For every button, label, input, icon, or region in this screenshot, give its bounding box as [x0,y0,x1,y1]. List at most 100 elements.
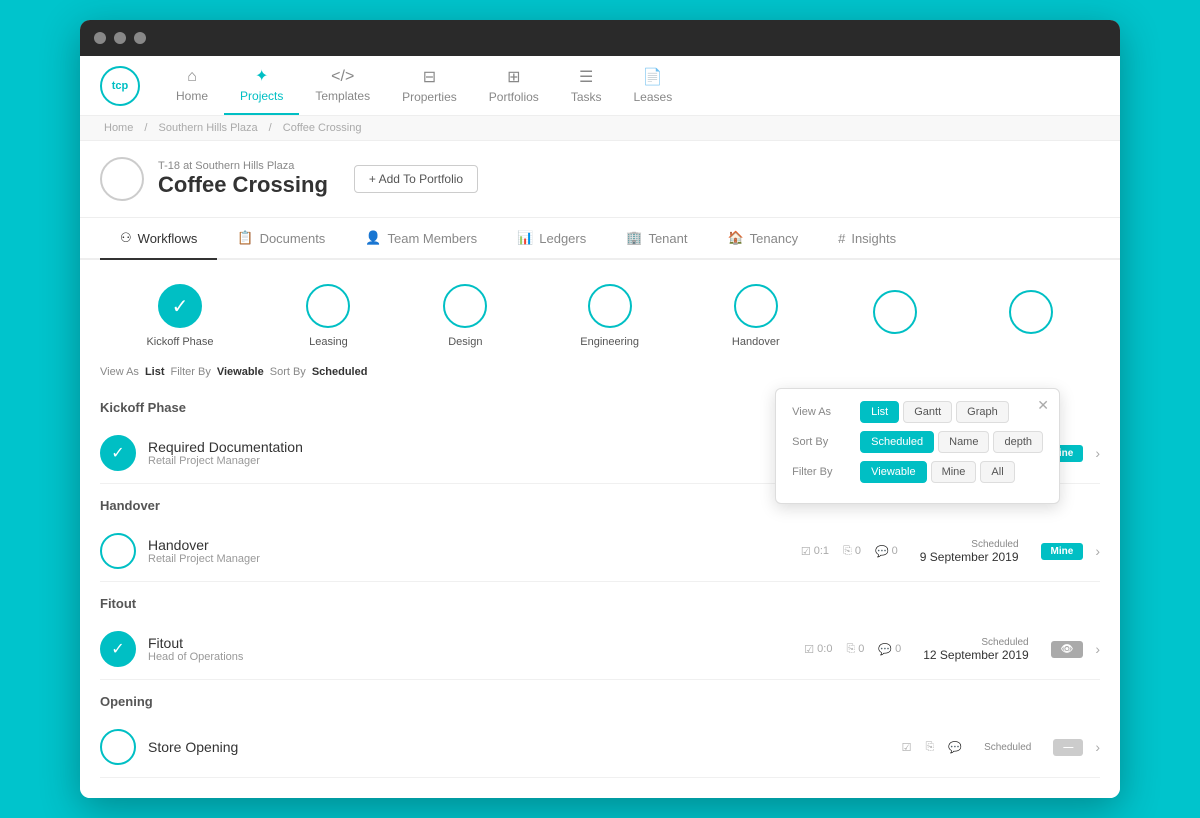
copy-icon-f: ⎘ [846,643,855,656]
add-portfolio-button[interactable]: + Add To Portfolio [354,165,478,193]
browser-dot-2 [114,32,126,44]
section-opening: Opening [100,680,1100,717]
phase-leasing[interactable]: Leasing [306,284,350,348]
phase-kickoff[interactable]: ✓ Kickoff Phase [146,284,213,348]
task-comments-opening: 💬 [948,741,962,754]
task-name-handover: Handover [148,537,789,553]
popup-view-row: View As List Gantt Graph [792,401,1043,423]
nav-home[interactable]: ⌂ Home [160,56,224,115]
nav-leases[interactable]: 📄 Leases [618,56,689,115]
task-circle-opening [100,729,136,765]
comment-icon-f: 💬 [878,643,892,656]
filter-viewable-button[interactable]: Viewable [860,461,926,483]
tab-insights[interactable]: # Insights [818,218,916,260]
task-comments-fitout-val: 0 [895,643,901,655]
logo[interactable]: tcp [100,66,140,106]
task-circle-fitout: ✓ [100,631,136,667]
phase-6[interactable] [873,290,917,342]
popup-sort-row: Sort By Scheduled Name depth [792,431,1043,453]
phase-kickoff-circle: ✓ [158,284,202,328]
view-list-button[interactable]: List [860,401,899,423]
breadcrumb: Home / Southern Hills Plaza / Coffee Cro… [80,116,1120,141]
task-name-required-docs: Required Documentation [148,439,856,455]
nav-templates[interactable]: </> Templates [299,56,386,115]
phase-handover[interactable]: Handover [732,284,780,348]
task-arrow-3[interactable]: › [1095,641,1100,657]
project-avatar [100,157,144,201]
task-sub-fitout: Head of Operations [148,651,792,663]
phase-engineering-circle [588,284,632,328]
phase-engineering[interactable]: Engineering [580,284,639,348]
sort-scheduled-button[interactable]: Scheduled [860,431,934,453]
task-name-fitout: Fitout [148,635,792,651]
task-row-opening[interactable]: Store Opening ☑ ⎘ 💬 Scheduled — › [100,717,1100,778]
task-info-required-docs: Required Documentation Retail Project Ma… [148,439,856,467]
toolbar-view-as-value[interactable]: List [145,366,165,378]
leases-icon: 📄 [643,67,663,87]
sort-name-button[interactable]: Name [938,431,989,453]
task-comments-handover-val: 0 [892,545,898,557]
popup-close-button[interactable]: ✕ [1037,397,1049,414]
section-fitout: Fitout [100,582,1100,619]
content-tabs: ⚇ Workflows 📋 Documents 👤 Team Members 📊… [80,218,1120,260]
view-graph-button[interactable]: Graph [956,401,1009,423]
task-sub-handover: Retail Project Manager [148,553,789,565]
filter-mine-button[interactable]: Mine [931,461,977,483]
task-status-fitout: Scheduled [923,637,1028,648]
breadcrumb-current: Coffee Crossing [283,122,362,134]
documents-icon: 📋 [237,230,253,246]
task-row-fitout[interactable]: ✓ Fitout Head of Operations ☑ 0:0 ⎘ 0 💬 … [100,619,1100,680]
nav-portfolios[interactable]: ⊞ Portfolios [473,56,555,115]
copy-icon-o: ⎘ [926,741,935,754]
browser-titlebar [80,20,1120,56]
toolbar-filter-value[interactable]: Viewable [217,366,264,378]
phase-7[interactable] [1009,290,1053,342]
task-copies-fitout: ⎘ 0 [846,643,864,656]
phase-handover-label: Handover [732,336,780,348]
task-circle-handover [100,533,136,569]
task-date-handover-val: 9 September 2019 [920,550,1019,564]
breadcrumb-home[interactable]: Home [104,122,133,134]
task-arrow-2[interactable]: › [1095,543,1100,559]
task-date-opening: Scheduled [984,742,1031,753]
popup-sort-label: Sort By [792,436,852,448]
tab-team-members[interactable]: 👤 Team Members [345,218,497,260]
task-arrow-1[interactable]: › [1095,445,1100,461]
breadcrumb-plaza[interactable]: Southern Hills Plaza [159,122,258,134]
phase-6-circle [873,290,917,334]
task-copies-handover-val: 0 [855,545,861,557]
popup-filter-label: Filter By [792,466,852,478]
project-header: T-18 at Southern Hills Plaza Coffee Cros… [80,141,1120,218]
tab-ledgers[interactable]: 📊 Ledgers [497,218,606,260]
task-row-handover[interactable]: Handover Retail Project Manager ☑ 0:1 ⎘ … [100,521,1100,582]
task-checks-handover: ☑ 0:1 [801,545,829,558]
nav-tasks[interactable]: ☰ Tasks [555,56,618,115]
task-sub-required-docs: Retail Project Manager [148,455,856,467]
nav-properties[interactable]: ⊟ Properties [386,56,473,115]
portfolios-icon: ⊞ [507,67,520,87]
tab-workflows[interactable]: ⚇ Workflows [100,218,217,260]
task-copies-opening: ⎘ [926,741,935,754]
tab-tenant[interactable]: 🏢 Tenant [606,218,707,260]
phase-design-circle [443,284,487,328]
task-arrow-4[interactable]: › [1095,739,1100,755]
task-circle-checked: ✓ [100,435,136,471]
nav-projects-label: Projects [240,89,283,103]
view-options-popup: ✕ View As List Gantt Graph Sort By Sched… [775,388,1060,504]
tab-documents-label: Documents [260,231,326,246]
toolbar-sort-value[interactable]: Scheduled [312,366,368,378]
popup-view-options: List Gantt Graph [860,401,1009,423]
tab-tenancy[interactable]: 🏠 Tenancy [707,218,818,260]
nav-projects[interactable]: ✦ Projects [224,56,299,115]
task-checks-opening: ☑ [902,741,912,754]
sort-depth-button[interactable]: depth [993,431,1043,453]
task-badge-mine-2: Mine [1041,543,1084,560]
task-checks-handover-val: 0:1 [814,545,829,557]
toolbar-view-as-prefix: View As [100,366,139,378]
view-gantt-button[interactable]: Gantt [903,401,952,423]
filter-all-button[interactable]: All [980,461,1014,483]
tab-documents[interactable]: 📋 Documents [217,218,345,260]
check-icon-f: ☑ [804,643,814,656]
task-meta-handover: ☑ 0:1 ⎘ 0 💬 0 [801,545,898,558]
phase-design[interactable]: Design [443,284,487,348]
